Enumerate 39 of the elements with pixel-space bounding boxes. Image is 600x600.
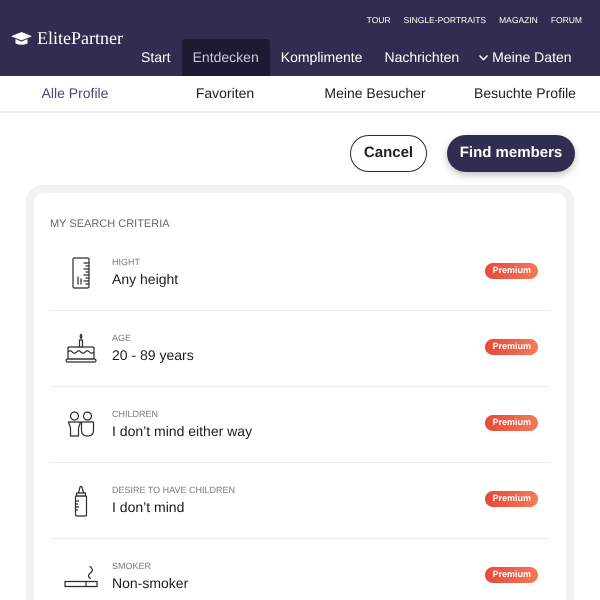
children-icon [67,411,95,438]
brand-logo[interactable]: ElitePartner [37,29,123,47]
premium-badge: Premium [485,566,538,582]
mortarboard-icon [11,32,32,44]
criterion-value: 20 - 89 years [112,346,194,364]
nav-tab[interactable]: Meine Daten [470,39,583,76]
nav-tab[interactable]: Start [130,39,182,76]
criterion-value: I don’t mind [112,498,184,516]
premium-badge: Premium [485,414,538,430]
criterion-label: HIGHT [112,256,140,268]
criterion-label: AGE [112,332,132,344]
criterion-label: DESIRE TO HAVE CHILDREN [112,484,236,496]
chevron-down-icon [479,54,488,60]
top-nav-link[interactable]: SINGLE-PORTRAITS [404,16,486,25]
criterion-label: CHILDREN [112,408,158,420]
cake-icon [65,332,97,364]
premium-badge: Premium [485,490,538,506]
ruler-icon [72,256,90,288]
find-members-button[interactable]: Find members [447,135,575,172]
top-nav-link[interactable]: TOUR [366,16,391,25]
nav-tab[interactable]: Komplimente [270,39,374,76]
subnav-tab[interactable]: Alle Profile [42,83,108,104]
premium-badge: Premium [485,262,538,278]
top-nav-link[interactable]: FORUM [550,16,582,25]
subnav-tab[interactable]: Favoriten [196,83,254,104]
section-title: MY SEARCH CRITERIA [50,218,170,231]
nav-tab[interactable]: Nachrichten [373,39,470,76]
criterion-value: I don’t mind either way [112,422,252,440]
nav-tab[interactable]: Entdecken [182,39,270,76]
subnav-tab[interactable]: Meine Besucher [324,83,426,104]
criterion-value: Any height [112,270,178,288]
baby-bottle-icon [74,484,88,516]
cancel-button[interactable]: Cancel [350,135,427,172]
top-nav-link[interactable]: MAGAZIN [499,16,538,25]
criterion-label: SMOKER [112,560,152,572]
cigarette-icon [64,565,98,588]
premium-badge: Premium [485,338,538,354]
criterion-value: Non-smoker [112,574,188,592]
subnav-tab[interactable]: Besuchte Profile [474,83,576,104]
